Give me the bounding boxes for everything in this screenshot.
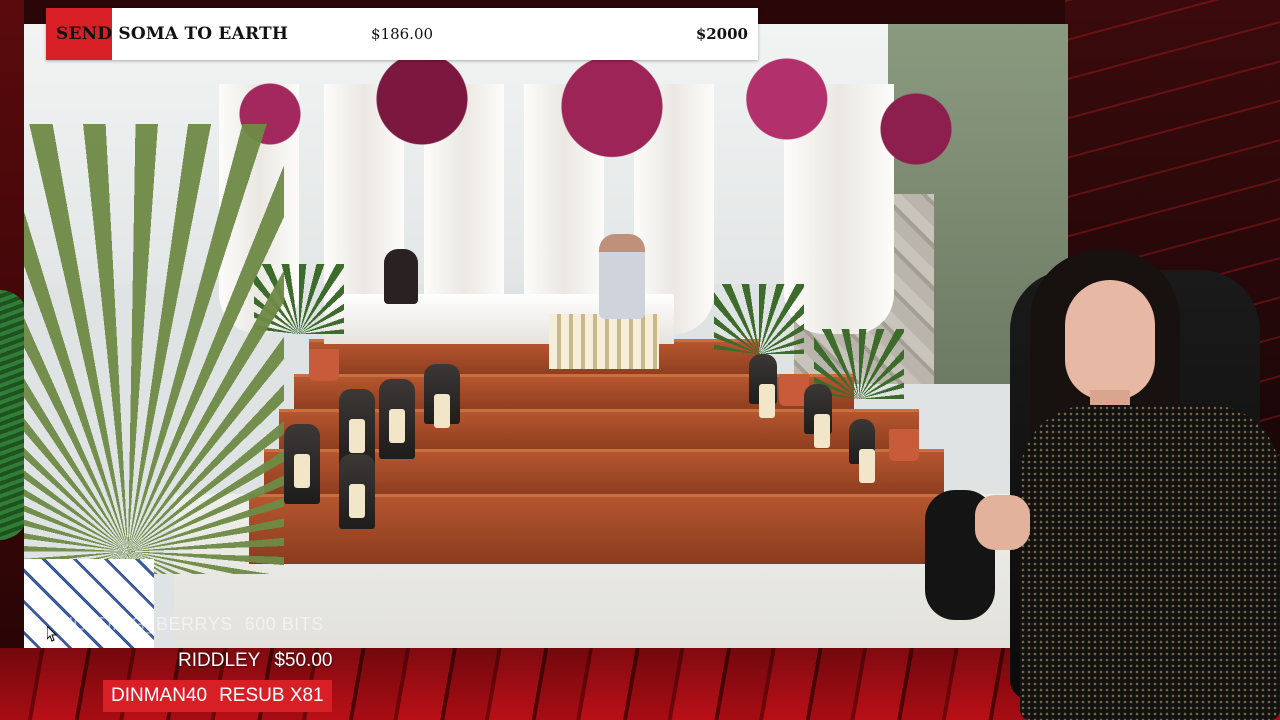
video-lantern [849, 419, 875, 483]
ticker-user: HOLDING_BERRYS [60, 614, 233, 634]
streamer-face [1065, 280, 1155, 400]
video-planter [889, 429, 919, 461]
video-step [309, 339, 759, 379]
video-striped-blanket [549, 314, 659, 369]
donation-goal-bar: SEND SOMA TO EARTH $186.00 $2000 [46, 8, 758, 60]
streamer-hand [975, 495, 1030, 550]
arrow-cursor-icon [46, 624, 58, 642]
video-plant [714, 284, 804, 354]
video-player[interactable] [24, 24, 1068, 648]
video-lantern [749, 354, 777, 418]
goal-target-amount: $2000 [695, 25, 748, 43]
ticker-amount: $50.00 [274, 650, 333, 671]
sub-user: DINMAN40 [111, 685, 208, 706]
video-bougainvillea-canopy [194, 54, 954, 204]
goal-current-amount: $186.00 [371, 25, 434, 43]
sub-info: RESUB X81 [219, 685, 324, 706]
streamer-outfit [1020, 405, 1280, 720]
alert-ticker-faded: HOLDING_BERRYS 600 BITS [60, 614, 336, 635]
video-palm [24, 124, 284, 574]
video-planter [309, 349, 339, 381]
alert-ticker-tip: RIDDLEY $50.00 [178, 650, 346, 672]
video-lantern [804, 384, 832, 448]
alert-sub-badge: DINMAN40 RESUB X81 [103, 680, 332, 712]
video-person-right [599, 234, 645, 319]
video-lantern [424, 364, 460, 428]
streamer-webcam [925, 240, 1280, 720]
ticker-amount: 600 BITS [244, 614, 324, 634]
ticker-user: RIDDLEY [178, 650, 261, 671]
goal-title: SEND SOMA TO EARTH [56, 24, 289, 44]
video-person-left [384, 249, 418, 304]
video-lantern [379, 379, 415, 459]
video-lantern [339, 454, 375, 529]
video-lantern [284, 424, 320, 504]
